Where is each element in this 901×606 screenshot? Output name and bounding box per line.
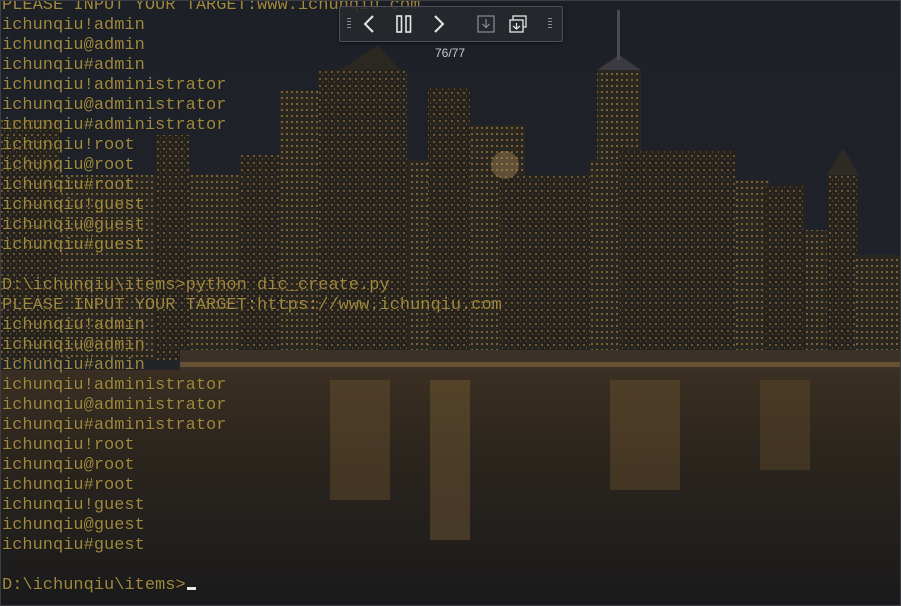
terminal-line-text: ichunqiu!admin [2, 316, 145, 335]
terminal-line-text: ichunqiu#root [2, 476, 135, 495]
terminal-line-text: ichunqiu#administrator [2, 116, 227, 135]
terminal-line: D:\ichunqiu\items>python dic_create.py [2, 276, 897, 296]
terminal-line-text: ichunqiu@guest [2, 516, 145, 535]
terminal-line: ichunqiu#admin [2, 356, 897, 376]
download-icon [477, 15, 495, 33]
pause-button[interactable] [390, 7, 418, 41]
terminal-line-text: ichunqiu#administrator [2, 416, 227, 435]
chevron-left-icon [363, 15, 374, 33]
multi-window-icon [509, 15, 527, 33]
terminal-line-text: ichunqiu@root [2, 156, 135, 175]
terminal-line: ichunqiu@root [2, 156, 897, 176]
terminal-line-text: ichunqiu#guest [2, 236, 145, 255]
left-drag-handle[interactable] [347, 18, 351, 30]
terminal-line-text: D:\ichunqiu\items> [2, 576, 186, 595]
image-counter: 76/77 [434, 46, 466, 60]
terminal-line: ichunqiu!guest [2, 496, 897, 516]
terminal-line: ichunqiu@admin [2, 336, 897, 356]
save-image-button[interactable] [474, 7, 498, 41]
terminal-line-text: ichunqiu@admin [2, 36, 145, 55]
terminal-line: ichunqiu!root [2, 436, 897, 456]
terminal-line: D:\ichunqiu\items> [2, 576, 897, 596]
terminal-line-text: ichunqiu!administrator [2, 376, 227, 395]
terminal-line-text: ichunqiu#root [2, 176, 135, 195]
gallery-button[interactable] [506, 7, 530, 41]
terminal-line: PLEASE INPUT YOUR TARGET:https://www.ich… [2, 296, 897, 316]
terminal-line: ichunqiu!admin [2, 316, 897, 336]
terminal-line-text: ichunqiu!root [2, 436, 135, 455]
terminal-line: ichunqiu#guest [2, 236, 897, 256]
terminal-line: ichunqiu#guest [2, 536, 897, 556]
right-drag-handle[interactable] [548, 18, 552, 30]
terminal-line-text: ichunqiu@root [2, 456, 135, 475]
terminal-line: ichunqiu#root [2, 476, 897, 496]
previous-button[interactable] [356, 7, 382, 41]
terminal-line: ichunqiu!guest [2, 196, 897, 216]
terminal-line: ichunqiu@administrator [2, 396, 897, 416]
pause-icon [396, 15, 412, 33]
terminal-line: ichunqiu!root [2, 136, 897, 156]
terminal-line-text: ichunqiu@guest [2, 216, 145, 235]
terminal-line: ichunqiu#root [2, 176, 897, 196]
terminal-line-text: ichunqiu#guest [2, 536, 145, 555]
terminal-line-text: D:\ichunqiu\items>python dic_create.py [2, 276, 390, 295]
terminal-line: ichunqiu@root [2, 456, 897, 476]
terminal-line-text: ichunqiu@administrator [2, 96, 227, 115]
terminal-line: ichunqiu@guest [2, 516, 897, 536]
terminal-line-text: ichunqiu@admin [2, 336, 145, 355]
terminal-line: ichunqiu!administrator [2, 76, 897, 96]
terminal-line-text: ichunqiu!root [2, 136, 135, 155]
terminal-line: ichunqiu#administrator [2, 116, 897, 136]
terminal-line-text: ichunqiu@administrator [2, 396, 227, 415]
next-button[interactable] [426, 7, 452, 41]
terminal-line-text: PLEASE INPUT YOUR TARGET:https://www.ich… [2, 296, 502, 315]
terminal-line-text: ichunqiu#admin [2, 356, 145, 375]
terminal-line-text: ichunqiu!admin [2, 16, 145, 35]
text-cursor [186, 587, 196, 590]
terminal-line: ichunqiu#administrator [2, 416, 897, 436]
terminal-output: PLEASE INPUT YOUR TARGET:www.ichunqiu.co… [2, 0, 897, 600]
terminal-line-text: ichunqiu#admin [2, 56, 145, 75]
viewer-toolbar [339, 6, 563, 42]
terminal-line: ichunqiu@administrator [2, 96, 897, 116]
terminal-line: ichunqiu@guest [2, 216, 897, 236]
chevron-right-icon [434, 15, 445, 33]
terminal-line: ichunqiu!administrator [2, 376, 897, 396]
terminal-line-text: ichunqiu!guest [2, 496, 145, 515]
terminal-line-text: ichunqiu!administrator [2, 76, 227, 95]
terminal-line-text: ichunqiu!guest [2, 196, 145, 215]
